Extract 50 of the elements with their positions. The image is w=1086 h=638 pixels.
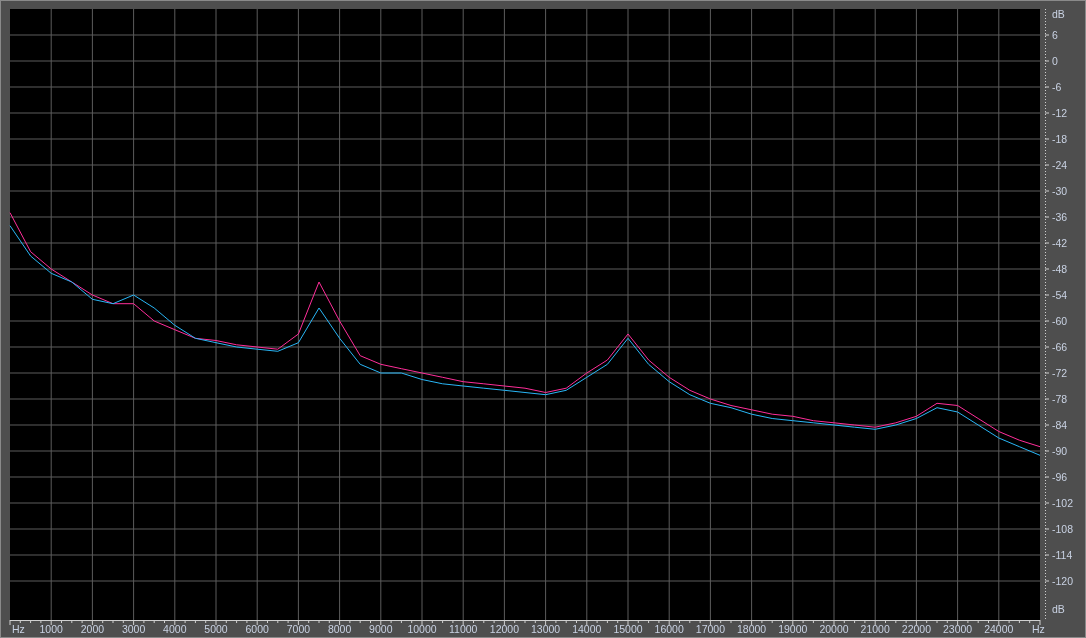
axis-tick-label: 20000	[819, 623, 849, 635]
axis-tick-label: 3000	[121, 623, 146, 635]
axis-tick-label: 10000	[407, 623, 437, 635]
axis-tick-label: -84	[1052, 419, 1068, 431]
axis-tick-label: -66	[1052, 341, 1068, 353]
axis-tick-label: -24	[1052, 159, 1068, 171]
axis-tick-label: -102	[1052, 497, 1073, 509]
axis-tick-label: -48	[1052, 263, 1068, 275]
axis-tick-label: 6000	[245, 623, 269, 635]
axis-tick-label: 18000	[737, 623, 767, 635]
axis-unit-label: dB	[1052, 603, 1065, 615]
axis-tick-label: -36	[1052, 211, 1068, 223]
axis-tick-label: 15000	[613, 623, 643, 635]
axis-tick-label: 11000	[449, 623, 478, 635]
axis-tick-label: 22000	[901, 623, 931, 635]
axis-tick-label: 1000	[39, 623, 63, 635]
axis-tick-label: -90	[1052, 445, 1068, 457]
axis-tick-label: 14000	[572, 623, 602, 635]
axis-tick-label: 17000	[695, 623, 725, 635]
axis-tick-label: 2000	[80, 623, 105, 635]
axis-tick-label: -72	[1052, 367, 1068, 379]
axis-tick-label: -54	[1052, 289, 1068, 301]
axis-tick-label: -18	[1052, 133, 1068, 145]
axis-tick-label: 7000	[286, 623, 311, 635]
axis-tick-label: 5000	[204, 623, 228, 635]
axis-tick-label: -120	[1052, 575, 1073, 587]
axis-tick-label: -108	[1052, 523, 1073, 535]
axis-tick-label: 4000	[163, 623, 187, 635]
axis-unit-label: Hz	[12, 623, 25, 635]
axis-tick-label: 24000	[984, 623, 1014, 635]
axis-tick-label: 13000	[531, 623, 561, 635]
axis-tick-label: 21000	[860, 623, 890, 635]
axis-tick-label: -60	[1052, 315, 1068, 327]
axis-tick-label: 0	[1052, 55, 1058, 67]
axis-tick-label: -30	[1052, 185, 1068, 197]
axis-tick-label: 23000	[943, 623, 973, 635]
axis-tick-label: -42	[1052, 237, 1068, 249]
axis-tick-label: -6	[1052, 81, 1062, 93]
axis-tick-label: 16000	[654, 623, 684, 635]
axis-tick-label: 12000	[489, 623, 519, 635]
axis-unit-label: Hz	[1032, 623, 1045, 635]
axis-tick-label: -114	[1052, 549, 1073, 561]
axis-tick-label: 8000	[327, 623, 352, 635]
axis-tick-label: 6	[1052, 29, 1058, 41]
axis-unit-label: dB	[1052, 8, 1065, 20]
axis-tick-label: -96	[1052, 471, 1068, 483]
axis-tick-label: -12	[1052, 107, 1068, 119]
axis-tick-label: 19000	[778, 623, 808, 635]
axis-tick-label: 9000	[369, 623, 393, 635]
axis-tick-label: -78	[1052, 393, 1068, 405]
